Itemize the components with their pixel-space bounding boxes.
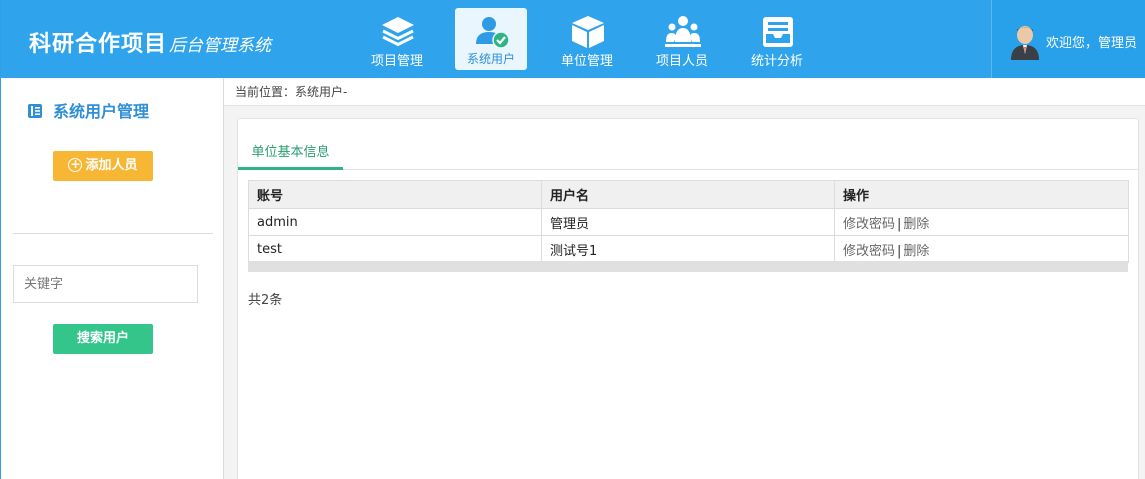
main-content: 当前位置：系统用户- 单位基本信息 账号 用户名 操作 admin 管理员 修改… <box>224 78 1145 479</box>
book-icon <box>28 104 42 118</box>
nav-item-system-users[interactable]: 系统用户 <box>455 8 527 70</box>
nav-label: 系统用户 <box>466 52 515 66</box>
table-footer-bar <box>248 261 1128 272</box>
top-header: 科研合作项目 后台管理系统 项目管理 系统用户 单位管理 项目人员 统计分析 欢… <box>1 0 1145 78</box>
column-header-account: 账号 <box>248 180 542 209</box>
user-check-icon <box>476 17 510 49</box>
welcome-text: 欢迎您，管理员 <box>1046 36 1138 51</box>
cell-username: 测试号1 <box>541 235 835 263</box>
cell-account: admin <box>248 208 542 236</box>
cell-username: 管理员 <box>541 208 835 236</box>
delete-link[interactable]: 删除 <box>903 217 929 232</box>
tab-unit-info[interactable]: 单位基本信息 <box>238 141 343 170</box>
users-table: 账号 用户名 操作 admin 管理员 修改密码 | 删除 test 测试号1 … <box>248 180 1129 263</box>
sidebar-title-text: 系统用户管理 <box>53 102 150 121</box>
people-icon <box>665 16 701 47</box>
table-row: admin 管理员 修改密码 | 删除 <box>248 208 1129 236</box>
content-panel: 单位基本信息 账号 用户名 操作 admin 管理员 修改密码 | 删除 tes… <box>237 118 1139 479</box>
table-row: test 测试号1 修改密码 | 删除 <box>248 235 1129 263</box>
brand-title: 科研合作项目 <box>29 32 168 57</box>
app-window: 科研合作项目 后台管理系统 项目管理 系统用户 单位管理 项目人员 统计分析 欢… <box>0 0 1145 479</box>
nav-label: 项目人员 <box>655 54 708 69</box>
nav-label: 项目管理 <box>370 54 423 69</box>
action-separator: | <box>897 216 902 232</box>
change-password-link[interactable]: 修改密码 <box>843 244 895 259</box>
sidebar-title: 系统用户管理 <box>27 98 149 122</box>
sidebar-divider <box>13 233 213 234</box>
total-count: 共2条 <box>248 293 283 308</box>
change-password-link[interactable]: 修改密码 <box>843 217 895 232</box>
brand-subtitle: 后台管理系统 <box>169 36 272 56</box>
breadcrumb: 当前位置：系统用户- <box>224 78 1145 106</box>
cell-account: test <box>248 235 542 263</box>
nav-label: 单位管理 <box>560 54 613 69</box>
action-separator: | <box>897 243 902 259</box>
user-avatar-icon <box>1011 26 1039 60</box>
nav-item-members[interactable]: 项目人员 <box>646 8 718 70</box>
sidebar: 系统用户管理 +添加人员 搜索用户 <box>1 78 224 479</box>
layers-icon <box>382 17 414 47</box>
brand: 科研合作项目 后台管理系统 <box>29 26 271 58</box>
nav-item-statistics[interactable]: 统计分析 <box>741 8 813 70</box>
search-users-button[interactable]: 搜索用户 <box>53 324 153 354</box>
table-header-row: 账号 用户名 操作 <box>248 180 1129 209</box>
add-member-label: 添加人员 <box>85 158 138 173</box>
add-member-button[interactable]: + 添加人员 <box>53 151 153 181</box>
plus-circle-icon: + <box>68 157 83 172</box>
delete-link[interactable]: 删除 <box>903 244 929 259</box>
cell-actions: 修改密码 | 删除 <box>834 208 1129 236</box>
nav-item-projects[interactable]: 项目管理 <box>361 8 433 70</box>
cell-actions: 修改密码 | 删除 <box>834 235 1129 263</box>
column-header-username: 用户名 <box>541 180 835 209</box>
column-header-actions: 操作 <box>834 180 1129 209</box>
nav-item-units[interactable]: 单位管理 <box>551 8 623 70</box>
keyword-input[interactable] <box>13 265 198 303</box>
tab-bar: 单位基本信息 <box>238 119 1138 170</box>
welcome-area[interactable]: 欢迎您，管理员 <box>991 0 1145 78</box>
tab-label: 单位基本信息 <box>251 145 330 160</box>
tray-icon <box>763 17 793 47</box>
nav-label: 统计分析 <box>750 54 803 69</box>
box-icon <box>572 16 604 48</box>
